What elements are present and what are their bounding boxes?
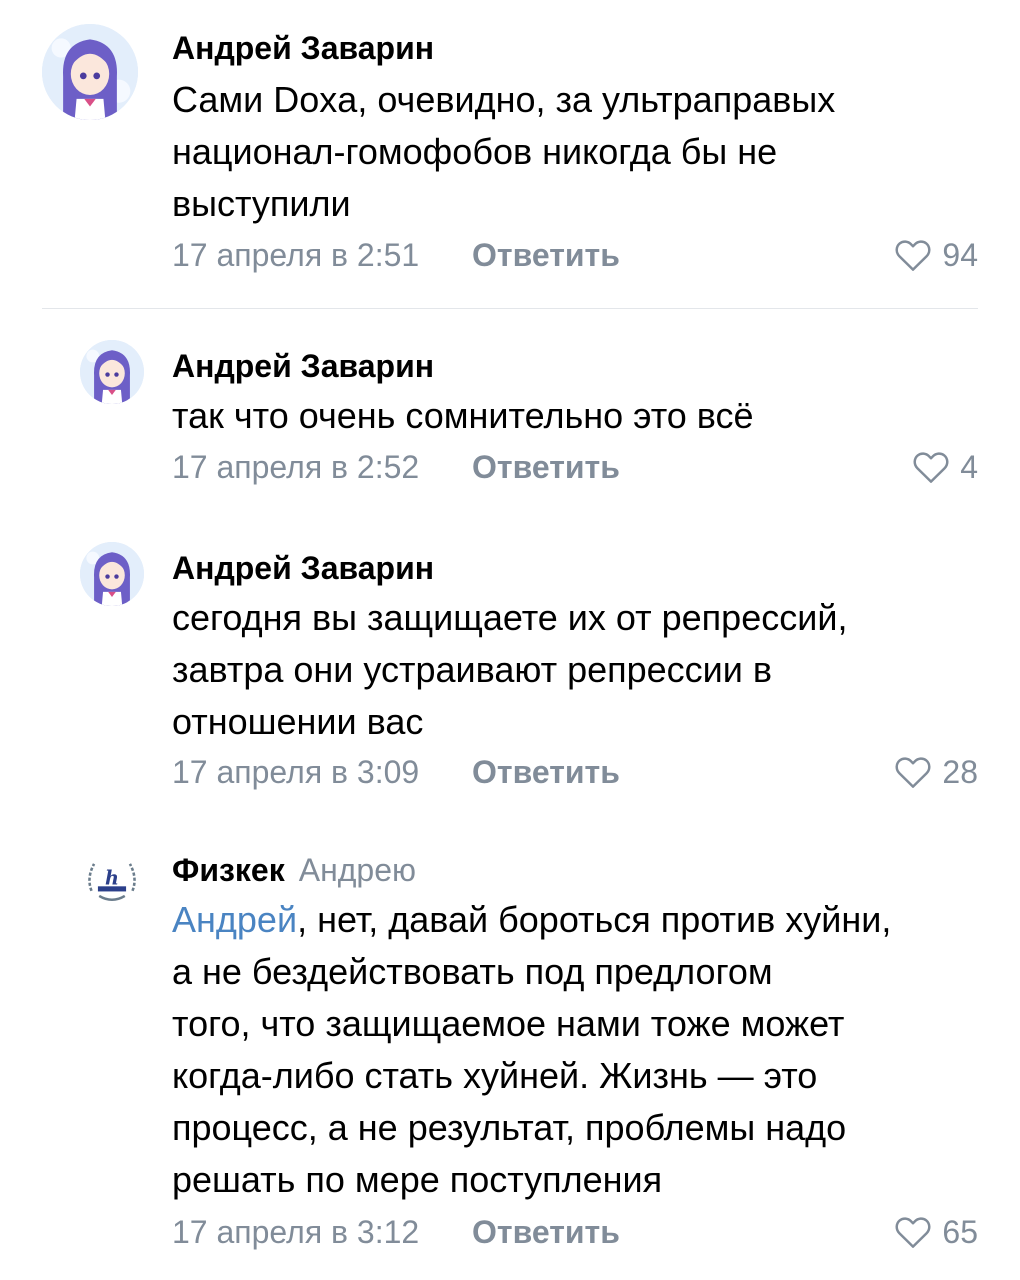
comment-text-line: а не бездействовать под предлогом <box>172 951 773 992</box>
svg-text:h: h <box>105 866 119 889</box>
comment-text-line: выступили <box>172 183 351 224</box>
like-button[interactable]: 94 <box>894 235 978 275</box>
comment-text-line: так что очень сомнительно это всё <box>172 395 754 436</box>
heart-outline-icon <box>913 452 949 483</box>
reply-button[interactable]: Ответить <box>472 235 620 275</box>
comment-text-line: того, что защищаемое нами тоже может <box>172 1003 845 1044</box>
heart-outline-icon <box>895 757 931 788</box>
comment-meta: 17 апреля в 3:12 Ответить <box>172 1212 620 1252</box>
anime-girl-avatar-icon <box>80 542 144 606</box>
comment-author[interactable]: Андрей Заварин <box>172 550 434 586</box>
reply-button[interactable]: Ответить <box>472 1212 620 1252</box>
heart-outline-icon <box>895 240 931 271</box>
heart-outline-icon <box>895 1217 931 1248</box>
fizkek-logo-icon: h <box>80 846 144 910</box>
comment-text: Сами Doxa, очевидно, за ультраправых нац… <box>172 74 982 230</box>
comment-text-line: Андрей, нет, давай бороться против хуйни… <box>172 894 982 946</box>
comment-text: так что очень сомнительно это всё <box>172 390 982 442</box>
comment-author[interactable]: Андрей Заварин <box>172 348 434 384</box>
like-button[interactable]: 28 <box>894 752 978 792</box>
comment-text-line: когда-либо стать хуйней. Жизнь — это <box>172 1055 818 1096</box>
comment-author: Физкек Андрею <box>172 852 416 888</box>
reply-to-label[interactable]: Андрею <box>299 852 416 888</box>
like-count: 28 <box>942 754 978 790</box>
comment-date: 17 апреля в 3:12 <box>172 1214 420 1250</box>
anime-girl-avatar-icon <box>80 340 144 404</box>
comment-text-line: национал-гомофобов никогда бы не <box>172 131 778 172</box>
comment-text-line: решать по мере поступления <box>172 1159 663 1200</box>
anime-girl-avatar-icon <box>42 24 138 120</box>
mention-link[interactable]: Андрей <box>172 899 297 940</box>
like-count: 65 <box>942 1214 978 1250</box>
like-count: 4 <box>960 449 978 485</box>
comment-meta: 17 апреля в 3:09 Ответить <box>172 752 620 792</box>
comment-date: 17 апреля в 2:51 <box>172 237 420 273</box>
reply-button[interactable]: Ответить <box>472 752 620 792</box>
author-name[interactable]: Физкек <box>172 852 285 888</box>
user-avatar[interactable] <box>42 24 138 120</box>
like-count: 94 <box>942 237 978 273</box>
comment-text-line: сегодня вы защищаете их от репрессий, <box>172 597 848 638</box>
like-button[interactable]: 4 <box>912 447 978 487</box>
comment-text-line: завтра они устраивают репрессии в <box>172 649 773 690</box>
comment-author[interactable]: Андрей Заварин <box>172 30 434 66</box>
group-avatar[interactable]: h <box>80 846 144 910</box>
comment-text-line: процесс, а не результат, проблемы надо <box>172 1107 847 1148</box>
comment-text-line: Сами Doxa, очевидно, за ультраправых <box>172 79 836 120</box>
comment-text: Андрей, нет, давай бороться против хуйни… <box>172 894 982 1206</box>
comment-meta: 17 апреля в 2:52 Ответить <box>172 447 620 487</box>
comment-date: 17 апреля в 3:09 <box>172 754 420 790</box>
user-avatar[interactable] <box>80 542 144 606</box>
like-button[interactable]: 65 <box>894 1212 978 1252</box>
user-avatar[interactable] <box>80 340 144 404</box>
divider <box>42 308 978 309</box>
comment-text-line: отношении вас <box>172 701 424 742</box>
comment-date: 17 апреля в 2:52 <box>172 449 420 485</box>
comment-text-fragment: , нет, давай бороться против хуйни, <box>297 899 892 940</box>
comment-text: сегодня вы защищаете их от репрессий, за… <box>172 592 982 748</box>
reply-button[interactable]: Ответить <box>472 447 620 487</box>
comment-meta: 17 апреля в 2:51 Ответить <box>172 235 620 275</box>
